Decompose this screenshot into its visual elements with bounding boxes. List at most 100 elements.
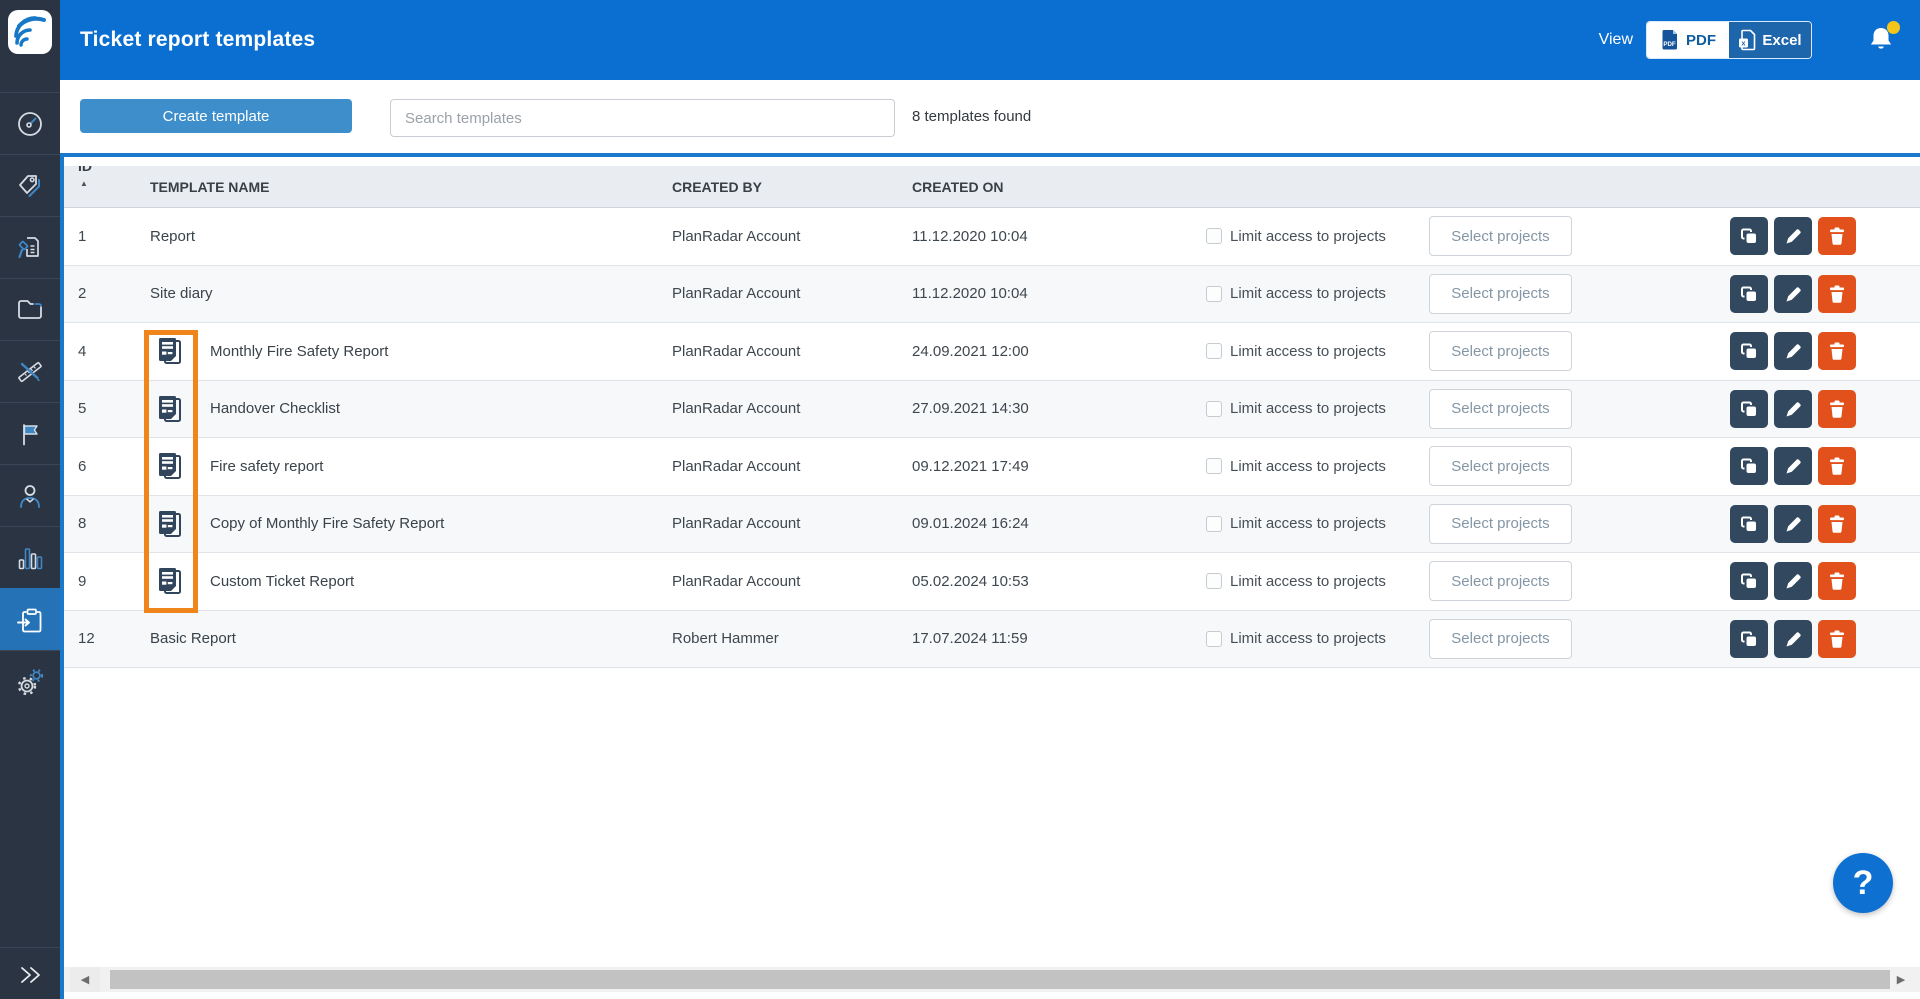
sidebar-item-reports[interactable] <box>0 588 60 650</box>
delete-button[interactable] <box>1818 562 1856 600</box>
planradar-logo[interactable] <box>8 10 52 54</box>
duplicate-button[interactable] <box>1730 447 1768 485</box>
edit-button[interactable] <box>1774 620 1812 658</box>
edit-button[interactable] <box>1774 217 1812 255</box>
row-id: 5 <box>64 400 150 417</box>
edit-button[interactable] <box>1774 332 1812 370</box>
edit-button[interactable] <box>1774 562 1812 600</box>
pencil-icon <box>1782 283 1804 305</box>
select-projects-button[interactable]: Select projects <box>1429 389 1572 429</box>
select-projects-button[interactable]: Select projects <box>1429 274 1572 314</box>
notifications-button[interactable] <box>1866 23 1898 57</box>
template-name[interactable]: Custom Ticket Report <box>210 573 354 590</box>
excel-view-button[interactable]: x Excel <box>1729 22 1811 58</box>
edit-button[interactable] <box>1774 390 1812 428</box>
template-name[interactable]: Handover Checklist <box>210 400 340 417</box>
column-header-created-on[interactable]: CREATED ON <box>912 179 1202 195</box>
duplicate-button[interactable] <box>1730 620 1768 658</box>
sidebar-item-contacts[interactable] <box>0 464 60 526</box>
select-projects-button[interactable]: Select projects <box>1429 331 1572 371</box>
search-input[interactable] <box>390 99 895 137</box>
sidebar-item-statistics[interactable] <box>0 526 60 588</box>
trash-icon <box>1826 283 1848 305</box>
created-by: PlanRadar Account <box>672 400 912 417</box>
template-name[interactable]: Site diary <box>150 285 213 302</box>
limit-access-checkbox[interactable] <box>1206 573 1222 589</box>
top-header-bar: Ticket report templates View PDF PDF x E… <box>60 0 1920 80</box>
sidebar-item-tags[interactable] <box>0 154 60 216</box>
limit-access-checkbox[interactable] <box>1206 401 1222 417</box>
bar-chart-icon <box>15 543 45 573</box>
edit-button[interactable] <box>1774 447 1812 485</box>
delete-button[interactable] <box>1818 620 1856 658</box>
row-id: 8 <box>64 515 150 532</box>
duplicate-button[interactable] <box>1730 275 1768 313</box>
pencil-icon <box>1782 340 1804 362</box>
template-name[interactable]: Report <box>150 228 195 245</box>
delete-button[interactable] <box>1818 275 1856 313</box>
limit-access-checkbox[interactable] <box>1206 631 1222 647</box>
limit-access-checkbox[interactable] <box>1206 343 1222 359</box>
limit-access-checkbox[interactable] <box>1206 286 1222 302</box>
duplicate-button[interactable] <box>1730 390 1768 428</box>
created-on: 09.12.2021 17:49 <box>912 458 1202 475</box>
delete-button[interactable] <box>1818 332 1856 370</box>
limit-access-label: Limit access to projects <box>1230 285 1386 302</box>
delete-button[interactable] <box>1818 217 1856 255</box>
pencil-icon <box>1782 513 1804 535</box>
scrollbar-thumb[interactable] <box>110 970 1890 989</box>
table-row: 6 Fire safety report PlanRadar Account 0… <box>64 438 1920 496</box>
sidebar-item-projects[interactable] <box>0 278 60 340</box>
template-name[interactable]: Copy of Monthly Fire Safety Report <box>210 515 444 532</box>
page-title: Ticket report templates <box>80 28 315 52</box>
view-format-toggle: PDF PDF x Excel <box>1646 21 1812 59</box>
sidebar-item-settings[interactable] <box>0 650 60 712</box>
sidebar-item-tickets[interactable] <box>0 216 60 278</box>
limit-access-label: Limit access to projects <box>1230 515 1386 532</box>
gavel-document-icon <box>15 233 45 263</box>
sidebar-item-plans[interactable] <box>0 340 60 402</box>
folder-icon <box>15 295 45 325</box>
select-projects-button[interactable]: Select projects <box>1429 216 1572 256</box>
column-header-created-by[interactable]: CREATED BY <box>672 179 912 195</box>
created-by: PlanRadar Account <box>672 343 912 360</box>
select-projects-button[interactable]: Select projects <box>1429 446 1572 486</box>
created-on: 11.12.2020 10:04 <box>912 228 1202 245</box>
template-name[interactable]: Monthly Fire Safety Report <box>210 343 388 360</box>
select-projects-button[interactable]: Select projects <box>1429 561 1572 601</box>
duplicate-icon <box>1738 628 1760 650</box>
sidebar-item-flags[interactable] <box>0 402 60 464</box>
created-by: PlanRadar Account <box>672 458 912 475</box>
edit-button[interactable] <box>1774 505 1812 543</box>
duplicate-button[interactable] <box>1730 217 1768 255</box>
row-id: 4 <box>64 343 150 360</box>
delete-button[interactable] <box>1818 505 1856 543</box>
created-on: 24.09.2021 12:00 <box>912 343 1202 360</box>
delete-button[interactable] <box>1818 447 1856 485</box>
column-header-template-name[interactable]: TEMPLATE NAME <box>150 179 672 195</box>
select-projects-button[interactable]: Select projects <box>1429 504 1572 544</box>
select-projects-button[interactable]: Select projects <box>1429 619 1572 659</box>
scroll-left-arrow[interactable]: ◀ <box>70 967 100 992</box>
template-name[interactable]: Basic Report <box>150 630 236 647</box>
limit-access-label: Limit access to projects <box>1230 458 1386 475</box>
view-label: View <box>1599 31 1633 49</box>
sidebar-item-dashboard[interactable] <box>0 92 60 154</box>
pdf-view-button[interactable]: PDF PDF <box>1647 22 1729 58</box>
create-template-button[interactable]: Create template <box>80 99 352 133</box>
delete-button[interactable] <box>1818 390 1856 428</box>
scroll-right-arrow[interactable]: ▶ <box>1886 967 1916 992</box>
limit-access-checkbox[interactable] <box>1206 458 1222 474</box>
limit-access-checkbox[interactable] <box>1206 516 1222 532</box>
sidebar <box>0 0 60 999</box>
template-name[interactable]: Fire safety report <box>210 458 323 475</box>
edit-button[interactable] <box>1774 275 1812 313</box>
limit-access-checkbox[interactable] <box>1206 228 1222 244</box>
duplicate-button[interactable] <box>1730 505 1768 543</box>
column-header-id[interactable]: ID ▲ <box>64 166 150 207</box>
sidebar-collapse-button[interactable] <box>0 947 60 999</box>
trash-icon <box>1826 225 1848 247</box>
duplicate-button[interactable] <box>1730 562 1768 600</box>
help-button[interactable]: ? <box>1833 853 1893 913</box>
duplicate-button[interactable] <box>1730 332 1768 370</box>
